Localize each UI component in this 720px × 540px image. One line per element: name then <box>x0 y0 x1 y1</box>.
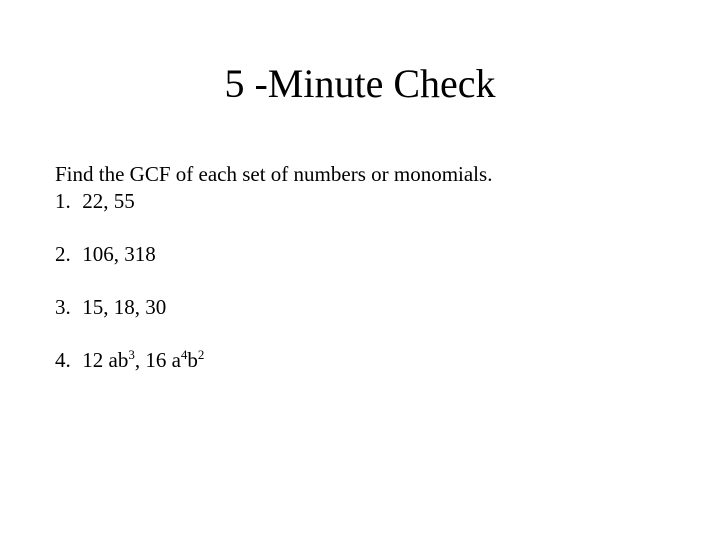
problem-3: 3. 15, 18, 30 <box>55 295 665 320</box>
slide-container: 5 -Minute Check Find the GCF of each set… <box>0 0 720 540</box>
problem-text: 15, 18, 30 <box>82 295 166 319</box>
problem-text: 106, 318 <box>82 242 156 266</box>
problem-1: 1. 22, 55 <box>55 189 665 214</box>
slide-title: 5 -Minute Check <box>55 60 665 107</box>
problem-number: 4. <box>55 348 77 373</box>
problem-number: 1. <box>55 189 77 214</box>
problem-2: 2. 106, 318 <box>55 242 665 267</box>
problem-4: 4. 12 ab3, 16 a4b2 <box>55 348 665 373</box>
problem-text: 12 ab3, 16 a4b2 <box>82 348 204 372</box>
problem-number: 3. <box>55 295 77 320</box>
instruction-text: Find the GCF of each set of numbers or m… <box>55 162 665 187</box>
problem-number: 2. <box>55 242 77 267</box>
problem-text: 22, 55 <box>82 189 135 213</box>
